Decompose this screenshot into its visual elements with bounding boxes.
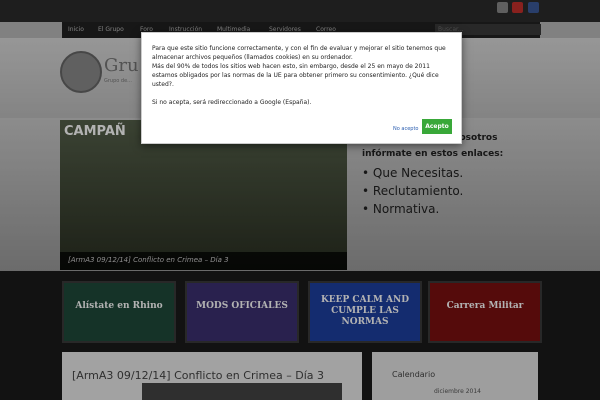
cookie-paragraph-2: Más del 90% de todos los sitios web hace… — [152, 63, 439, 88]
cookie-paragraph-1: Para que este sitio funcione correctamen… — [152, 45, 446, 61]
cookie-paragraph-3: Si no acepta, será redireccionado a Goog… — [152, 99, 312, 106]
cookie-text: Para que este sitio funcione correctamen… — [152, 44, 452, 107]
cookie-dialog: Para que este sitio funcione correctamen… — [141, 32, 462, 144]
accept-button[interactable]: Acepto — [422, 119, 452, 134]
decline-link[interactable]: No acepto — [393, 126, 418, 132]
